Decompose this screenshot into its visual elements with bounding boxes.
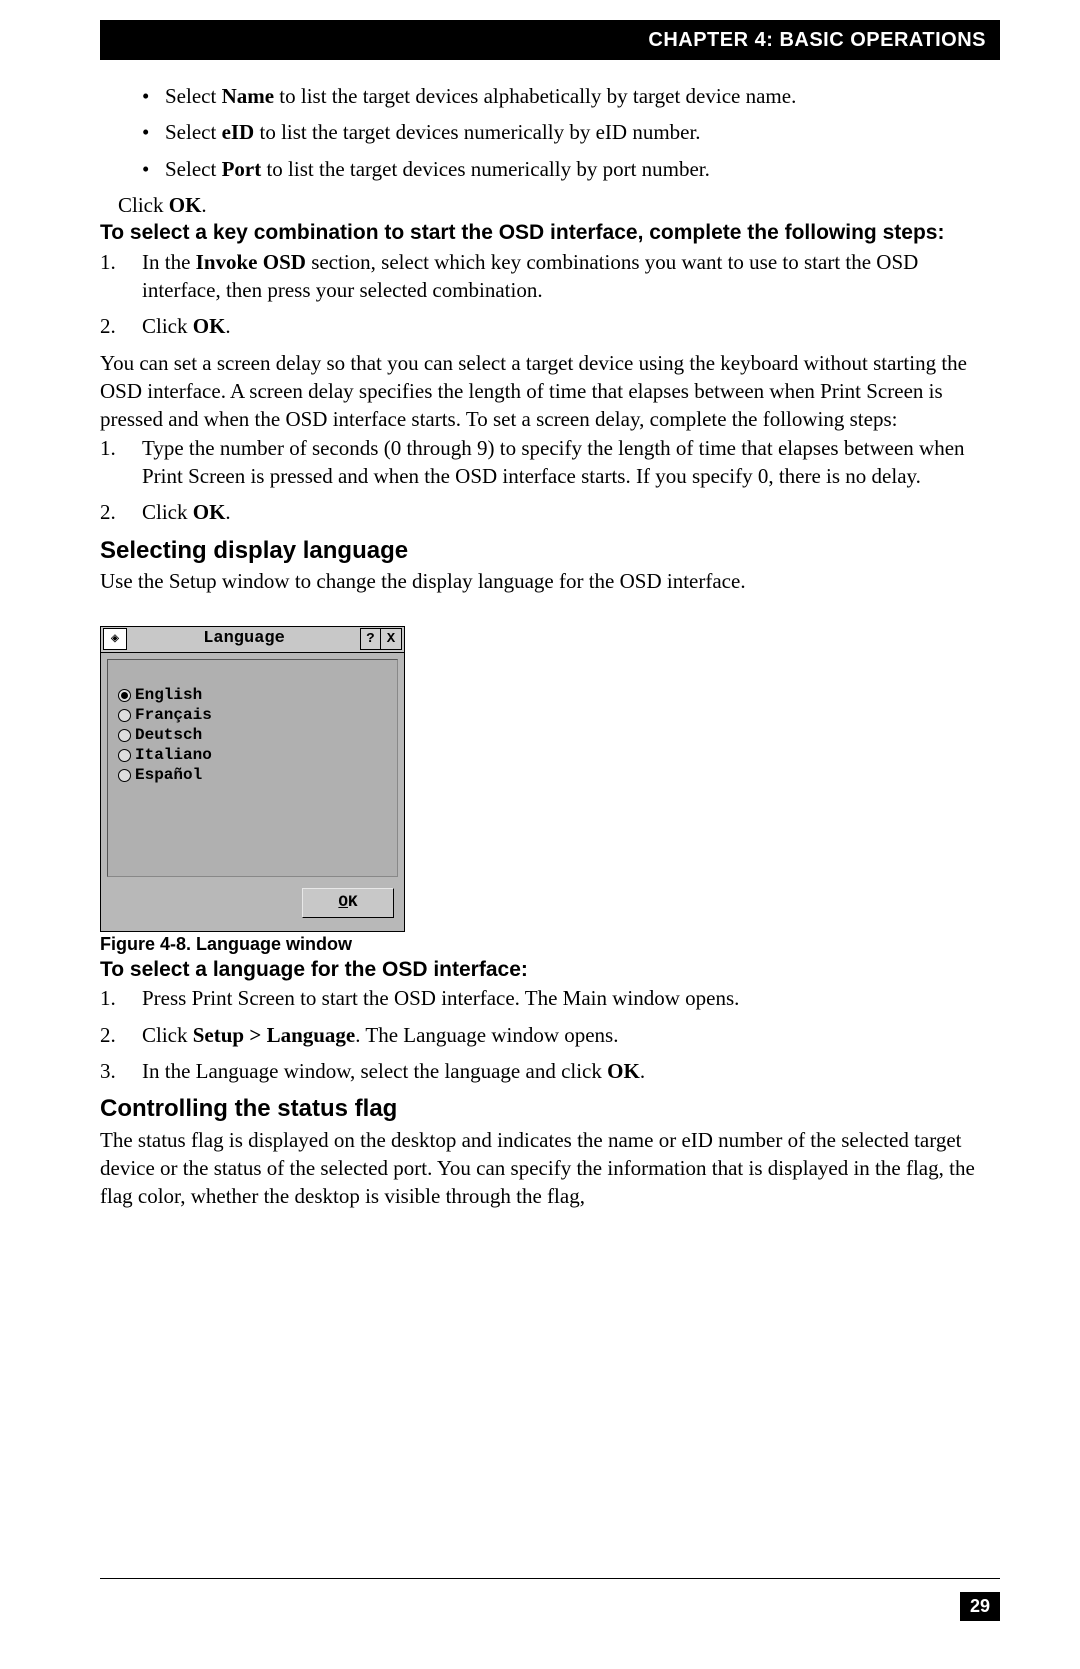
radio-italiano[interactable]: Italiano bbox=[118, 746, 387, 766]
radio-icon bbox=[118, 689, 131, 702]
bold-eid: eID bbox=[222, 120, 255, 144]
bold-ok: OK bbox=[193, 314, 226, 338]
text: Click bbox=[118, 193, 169, 217]
chapter-header: CHAPTER 4: BASIC OPERATIONS bbox=[100, 20, 1000, 60]
lang-proc-heading: To select a language for the OSD interfa… bbox=[100, 956, 1000, 984]
language-options-panel: English Français Deutsch Italiano bbox=[107, 659, 398, 877]
lang-step-1: Press Print Screen to start the OSD inte… bbox=[100, 984, 1000, 1012]
radio-label: English bbox=[135, 685, 202, 707]
chapter-title: CHAPTER 4: BASIC OPERATIONS bbox=[648, 29, 986, 52]
text: . bbox=[225, 500, 230, 524]
text: Click bbox=[142, 500, 193, 524]
text: to list the target devices numerically b… bbox=[261, 157, 710, 181]
help-button[interactable]: ? bbox=[360, 628, 382, 650]
radio-francais[interactable]: Français bbox=[118, 706, 387, 726]
section-controlling-status-flag: Controlling the status flag bbox=[100, 1093, 1000, 1125]
text: . bbox=[640, 1059, 645, 1083]
text: In the Language window, select the langu… bbox=[142, 1059, 607, 1083]
radio-deutsch[interactable]: Deutsch bbox=[118, 726, 387, 746]
bold-name: Name bbox=[222, 84, 274, 108]
figure-caption: Figure 4-8. Language window bbox=[100, 932, 1000, 956]
lang-proc-steps: Press Print Screen to start the OSD inte… bbox=[100, 984, 1000, 1085]
bold-ok: OK bbox=[169, 193, 202, 217]
delay-step-1: Type the number of seconds (0 through 9)… bbox=[100, 434, 1000, 491]
text: . The Language window opens. bbox=[355, 1023, 618, 1047]
radio-label: Deutsch bbox=[135, 725, 202, 747]
osd-step-1: In the Invoke OSD section, select which … bbox=[100, 248, 1000, 305]
bold-ok: OK bbox=[193, 500, 226, 524]
language-window: ◈ Language ? X English Français bbox=[100, 626, 405, 932]
radio-icon bbox=[118, 709, 131, 722]
delay-intro: You can set a screen delay so that you c… bbox=[100, 349, 1000, 434]
text: to list the target devices alphabeticall… bbox=[274, 84, 796, 108]
radio-icon bbox=[118, 769, 131, 782]
footer-rule bbox=[100, 1578, 1000, 1579]
bullet-eid: Select eID to list the target devices nu… bbox=[100, 118, 1000, 146]
radio-label: Español bbox=[135, 765, 202, 787]
page-number: 29 bbox=[960, 1592, 1000, 1621]
radio-label: Italiano bbox=[135, 745, 212, 767]
text: In the bbox=[142, 250, 196, 274]
bold-invoke-osd: Invoke OSD bbox=[196, 250, 306, 274]
text: to list the target devices numerically b… bbox=[254, 120, 700, 144]
bold-ok: OK bbox=[607, 1059, 640, 1083]
bold-port: Port bbox=[222, 157, 262, 181]
osd-step-2: Click OK. bbox=[100, 312, 1000, 340]
bullet-port: Select Port to list the target devices n… bbox=[100, 155, 1000, 183]
language-window-title: Language bbox=[127, 628, 361, 651]
lang-step-3: In the Language window, select the langu… bbox=[100, 1057, 1000, 1085]
close-button[interactable]: X bbox=[380, 628, 402, 650]
sort-bullets: Select Name to list the target devices a… bbox=[100, 82, 1000, 183]
text: Select bbox=[165, 120, 222, 144]
osd-key-heading: To select a key combination to start the… bbox=[100, 219, 1000, 247]
radio-espanol[interactable]: Español bbox=[118, 766, 387, 786]
lang-intro: Use the Setup window to change the displ… bbox=[100, 567, 1000, 595]
text: Click bbox=[142, 314, 193, 338]
text: Select bbox=[165, 84, 222, 108]
bold-setup-language: Setup > Language bbox=[193, 1023, 356, 1047]
text: Select bbox=[165, 157, 222, 181]
system-menu-icon[interactable]: ◈ bbox=[103, 628, 127, 650]
bullet-name: Select Name to list the target devices a… bbox=[100, 82, 1000, 110]
osd-key-steps: In the Invoke OSD section, select which … bbox=[100, 248, 1000, 341]
radio-icon bbox=[118, 749, 131, 762]
delay-steps: Type the number of seconds (0 through 9)… bbox=[100, 434, 1000, 527]
radio-icon bbox=[118, 729, 131, 742]
text: Click bbox=[142, 1023, 193, 1047]
ok-button[interactable]: OK bbox=[302, 888, 394, 918]
text: . bbox=[225, 314, 230, 338]
lang-step-2: Click Setup > Language. The Language win… bbox=[100, 1021, 1000, 1049]
click-ok-line: Click OK. bbox=[100, 191, 1000, 219]
radio-label: Français bbox=[135, 705, 212, 727]
status-flag-body: The status flag is displayed on the desk… bbox=[100, 1126, 1000, 1211]
language-titlebar: ◈ Language ? X bbox=[101, 627, 404, 653]
radio-english[interactable]: English bbox=[118, 686, 387, 706]
delay-step-2: Click OK. bbox=[100, 498, 1000, 526]
text: . bbox=[201, 193, 206, 217]
section-selecting-display-language: Selecting display language bbox=[100, 535, 1000, 567]
